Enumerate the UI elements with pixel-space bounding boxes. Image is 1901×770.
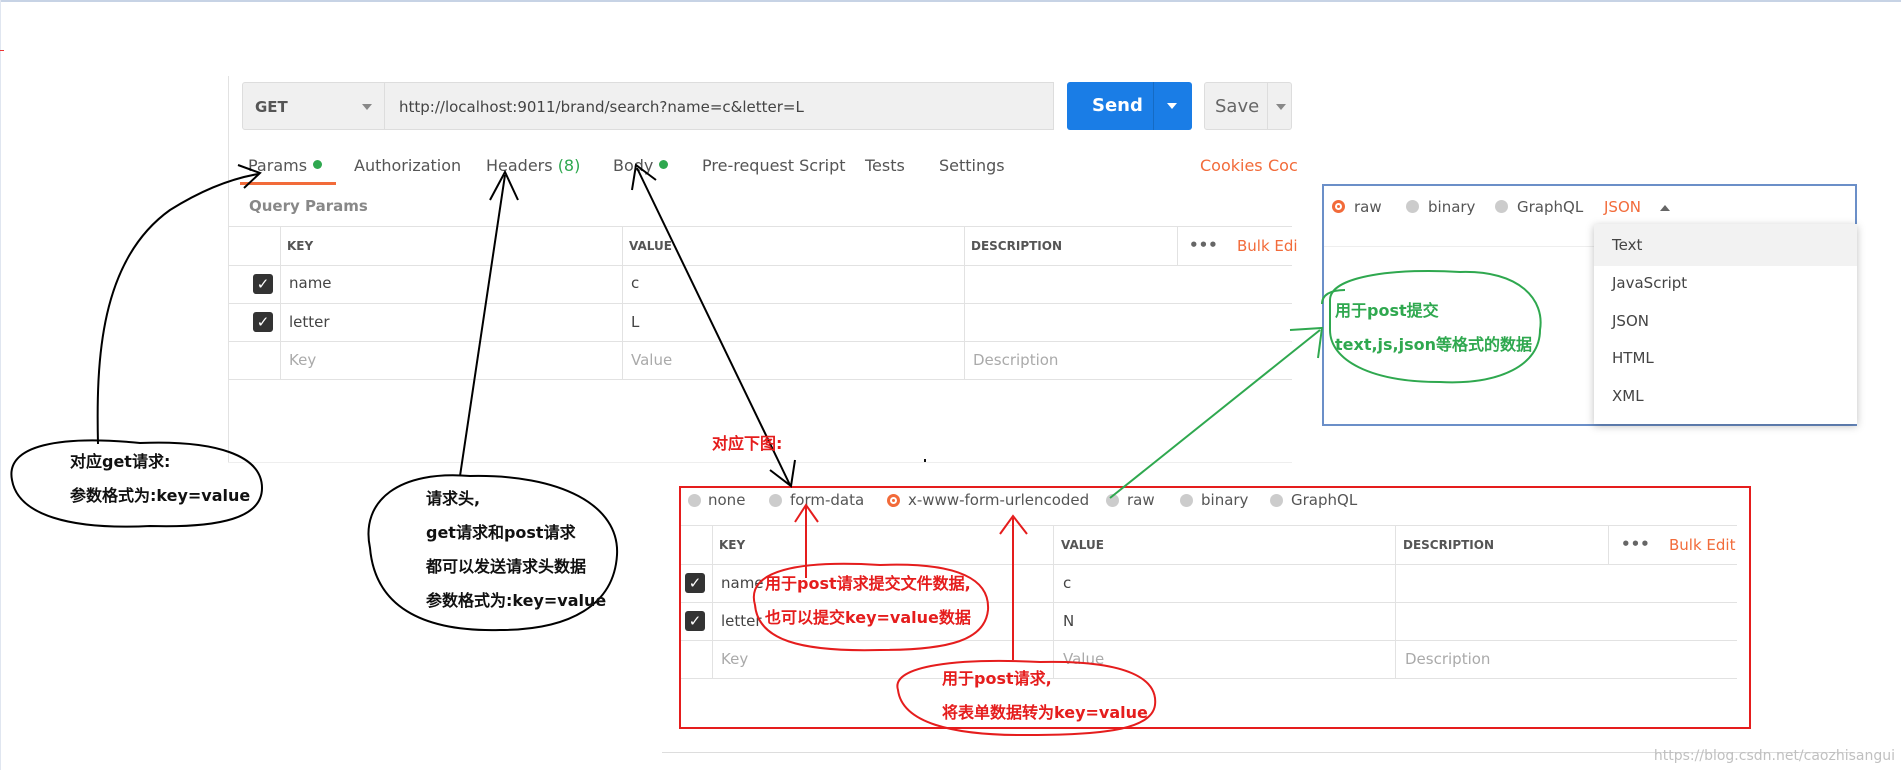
urlencoded-note-line: 将表单数据转为key=value: [942, 703, 1148, 722]
params-arrow: [96, 173, 259, 445]
get-note-line: 对应get请求:: [70, 452, 171, 471]
headers-note-line: 都可以发送请求头数据: [426, 557, 587, 576]
headers-arrow: [459, 174, 506, 477]
form-data-note-text: 用于post请求提交文件数据, 也可以提交key=value数据: [765, 567, 971, 635]
annotation-overlay: [10, 163, 1542, 737]
below-note-text: 对应下图:: [712, 434, 783, 453]
form-data-note-line: 用于post请求提交文件数据,: [765, 574, 971, 593]
headers-note-text: 请求头, get请求和post请求 都可以发送请求头数据 参数格式为:key=v…: [426, 482, 606, 618]
raw-note-line: 用于post提交: [1335, 301, 1439, 320]
form-data-note-line: 也可以提交key=value数据: [765, 608, 971, 627]
raw-note-line: text,js,json等格式的数据: [1335, 335, 1533, 354]
urlencoded-note-text: 用于post请求, 将表单数据转为key=value: [942, 662, 1148, 730]
raw-note-text: 用于post提交 text,js,json等格式的数据: [1335, 294, 1532, 362]
raw-arrow: [1109, 329, 1321, 499]
urlencoded-note-line: 用于post请求,: [942, 669, 1052, 688]
get-note-line: 参数格式为:key=value: [70, 486, 251, 505]
headers-note-line: 请求头,: [426, 489, 481, 508]
body-arrowhead-down-icon: [769, 459, 796, 488]
get-note-text: 对应get请求: 参数格式为:key=value: [70, 445, 250, 513]
headers-note-line: 参数格式为:key=value: [426, 591, 607, 610]
headers-note-line: get请求和post请求: [426, 523, 576, 542]
watermark: https://blog.csdn.net/caozhisangui: [1653, 748, 1895, 764]
body-arrowhead-up-icon: [631, 163, 657, 191]
